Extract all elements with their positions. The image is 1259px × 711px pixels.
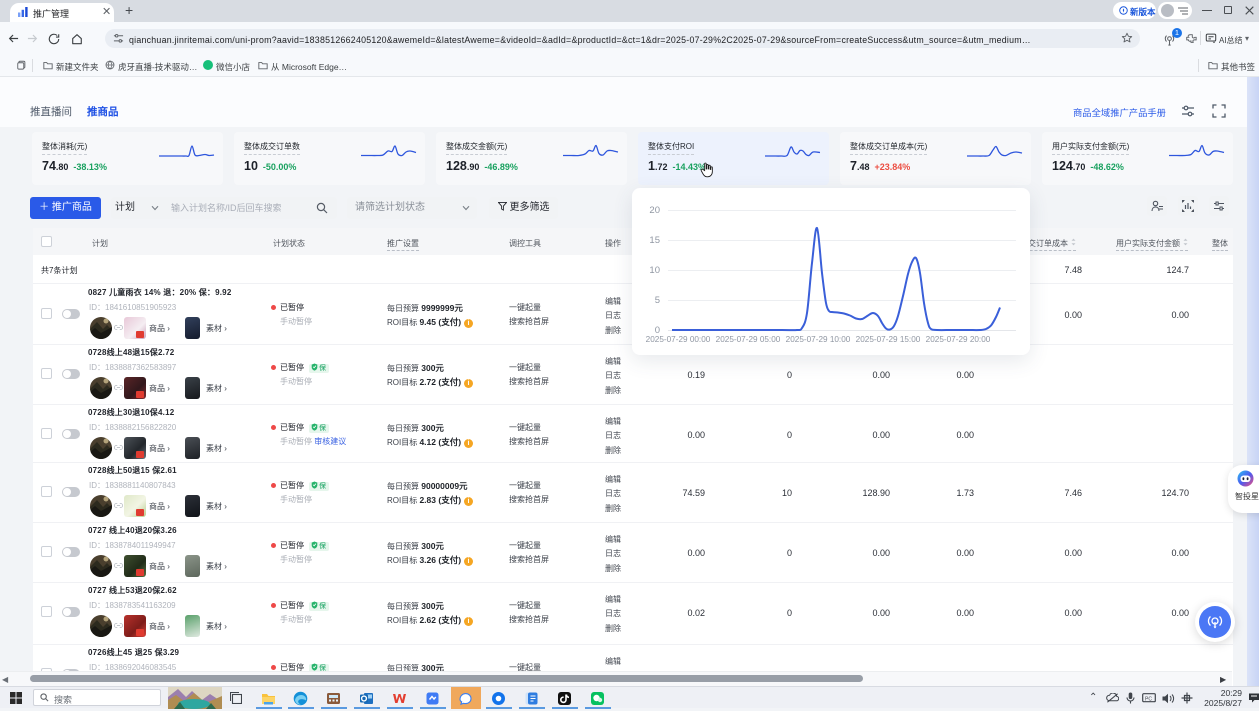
svg-text:PC: PC [1145, 697, 1152, 703]
